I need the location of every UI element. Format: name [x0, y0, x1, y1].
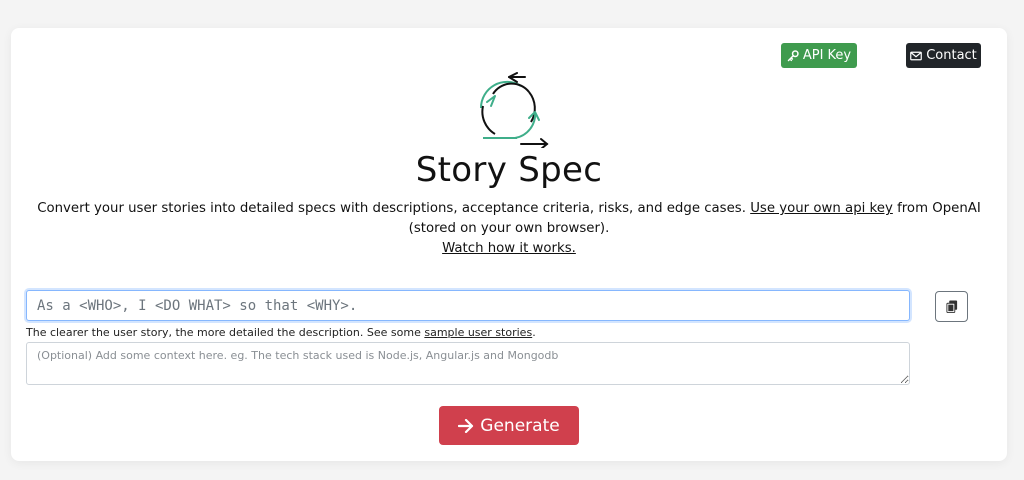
from-openai-text: from OpenAI — [897, 201, 981, 216]
watch-link[interactable]: Watch how it works. — [442, 241, 576, 256]
cycle-arrows-logo — [479, 72, 549, 148]
api-key-button[interactable]: API Key — [781, 43, 857, 68]
page-title: Story Spec — [415, 150, 603, 190]
description: Convert your user stories into detailed … — [11, 199, 1007, 259]
user-story-input[interactable] — [26, 290, 910, 321]
generate-label: Generate — [480, 415, 560, 436]
story-hint: The clearer the user story, the more det… — [26, 326, 536, 339]
contact-button[interactable]: Contact — [906, 43, 981, 68]
copy-icon — [945, 300, 957, 313]
main-card: API Key Contact Story Spec Convert your … — [11, 28, 1007, 461]
generate-button[interactable]: Generate — [439, 406, 579, 445]
context-textarea[interactable] — [26, 342, 910, 385]
hint-end: . — [532, 326, 536, 339]
description-text: Convert your user stories into detailed … — [37, 201, 746, 216]
copy-button[interactable] — [935, 291, 968, 322]
hint-text: The clearer the user story, the more det… — [26, 326, 421, 339]
contact-label: Contact — [926, 48, 977, 63]
key-icon — [787, 49, 799, 61]
envelope-icon — [910, 51, 923, 60]
api-key-label: API Key — [802, 48, 852, 63]
api-key-link[interactable]: Use your own api key — [750, 201, 893, 216]
stored-text: (stored on your own browser). — [408, 221, 610, 236]
arrow-right-icon — [458, 418, 474, 433]
sample-stories-link[interactable]: sample user stories — [424, 326, 532, 339]
